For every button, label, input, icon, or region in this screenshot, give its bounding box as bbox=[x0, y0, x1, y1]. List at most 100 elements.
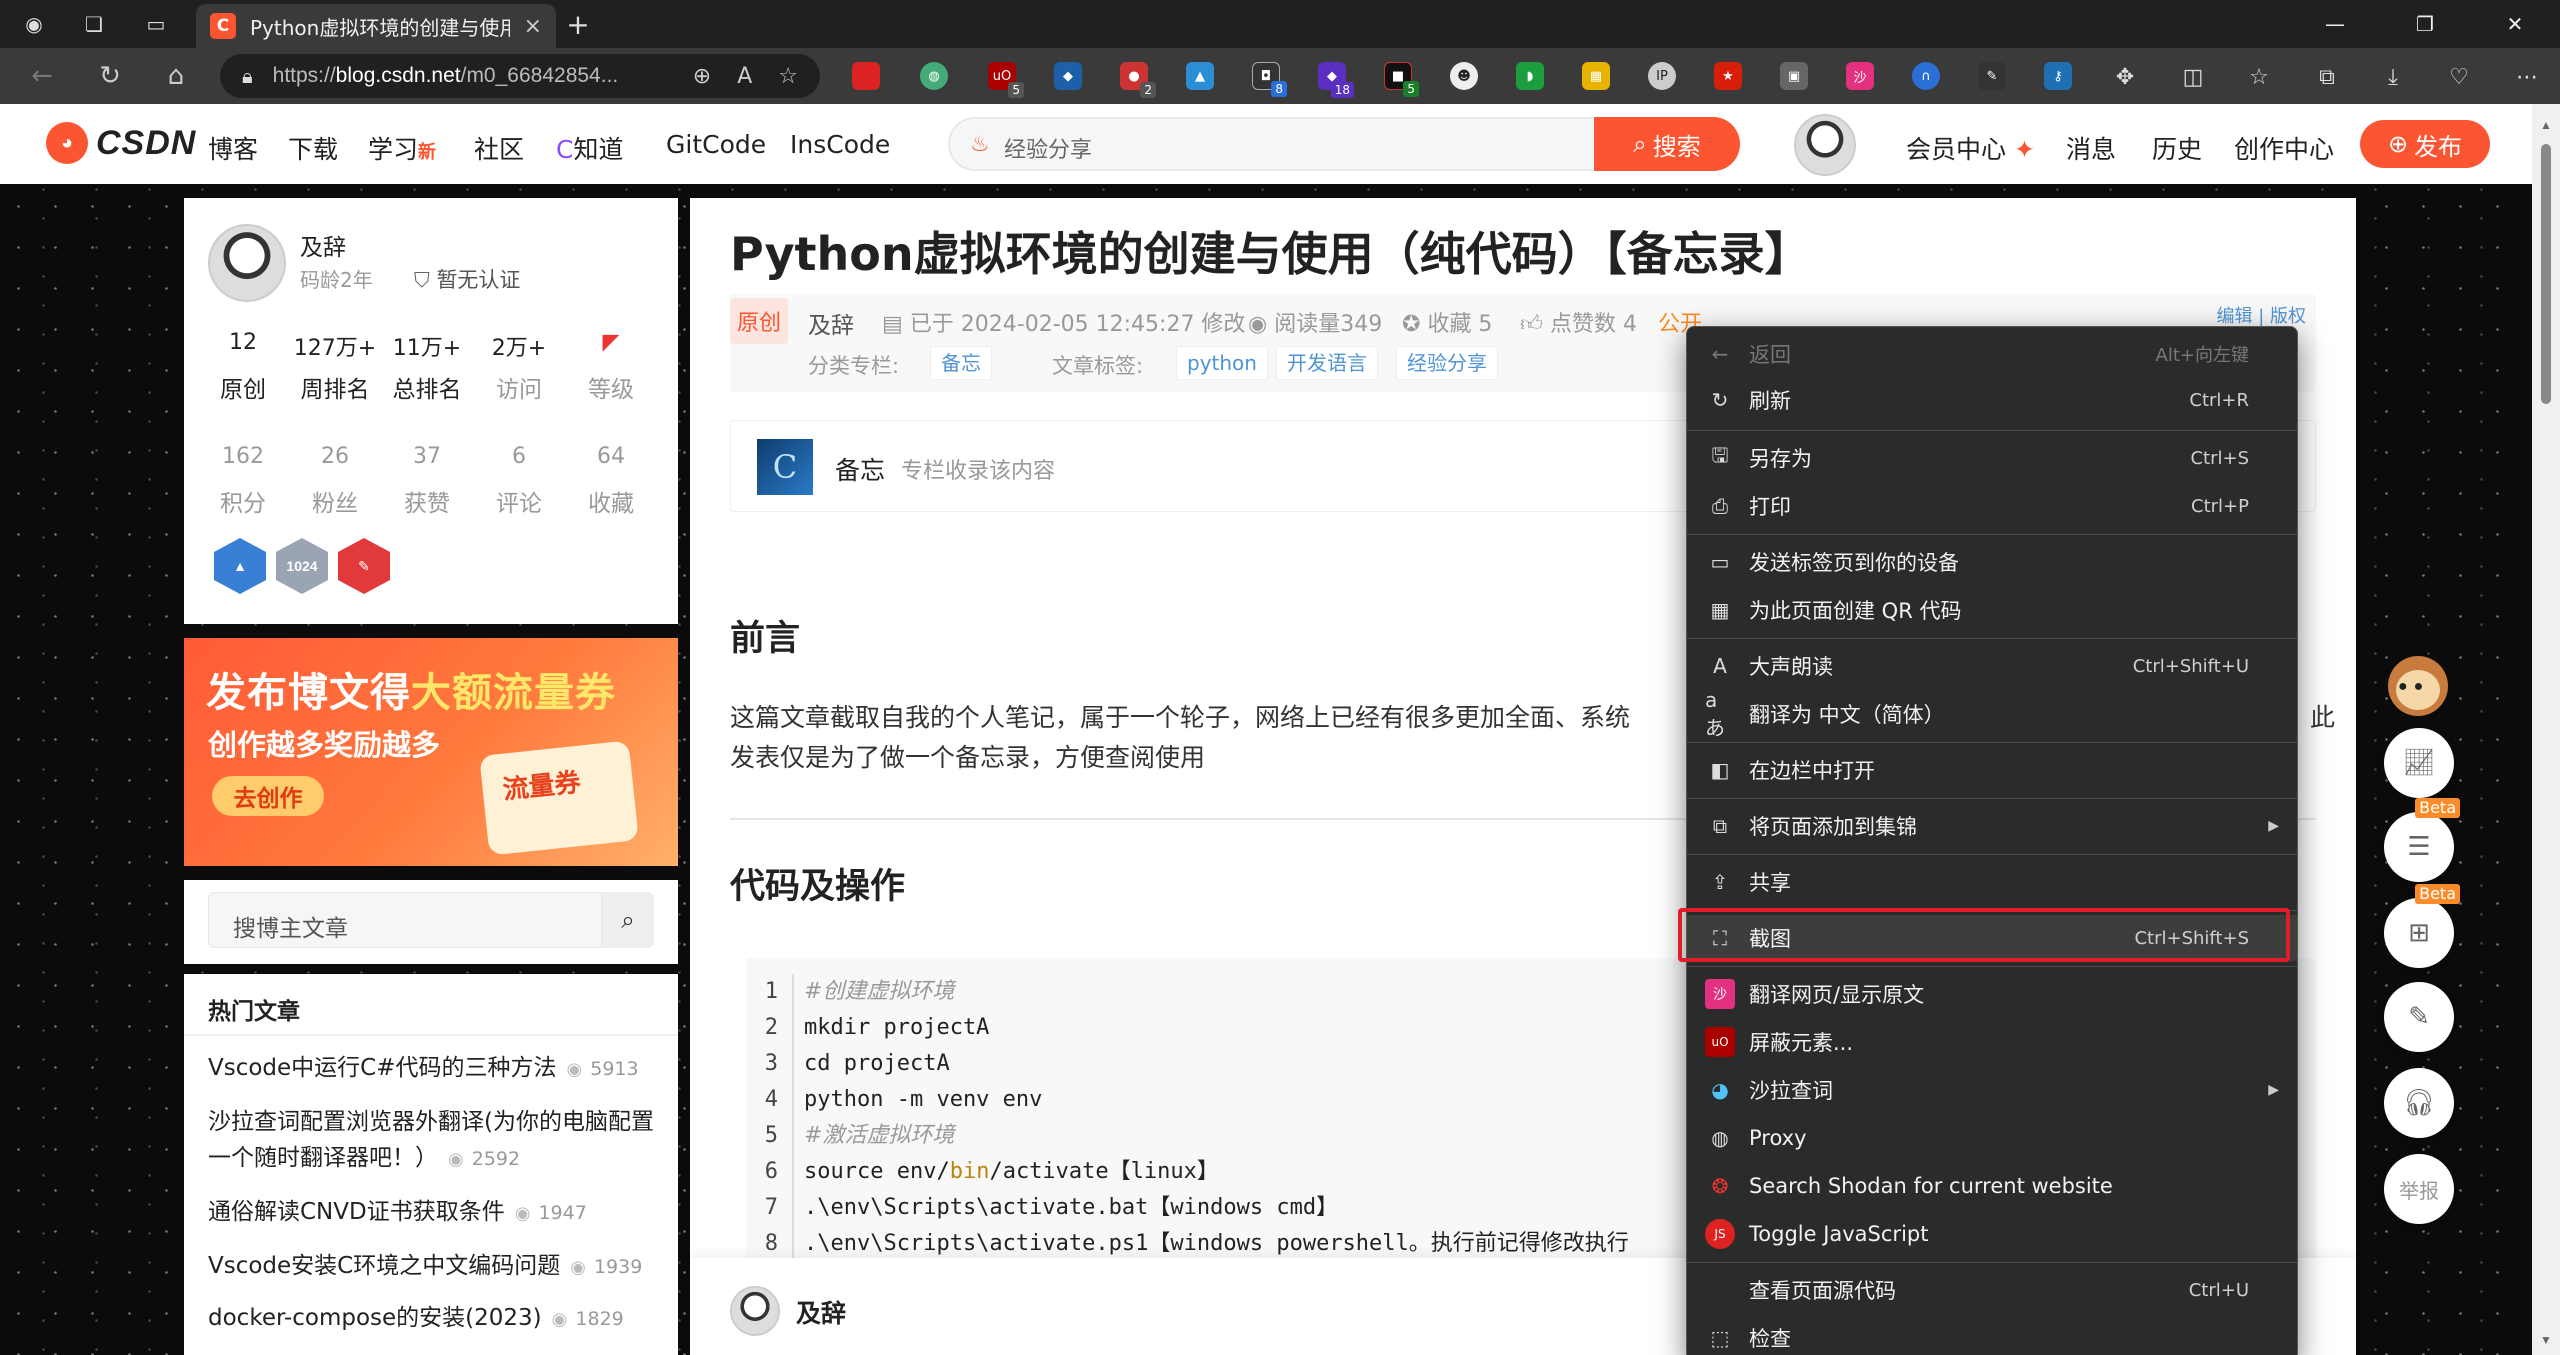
pen-badge-icon[interactable]: ✎ bbox=[338, 538, 390, 594]
menu-item-send-tab[interactable]: ▭ 发送标签页到你的设备 bbox=[1687, 539, 2297, 585]
scroll-up-icon[interactable]: ▲ bbox=[2540, 118, 2552, 132]
extension-ip-icon[interactable]: IP bbox=[1648, 62, 1676, 90]
stat-fans[interactable]: 26 粉丝 bbox=[290, 444, 380, 518]
extension-red-icon[interactable] bbox=[852, 62, 880, 90]
menu-item-shodan[interactable]: ❂ Search Shodan for current website bbox=[1687, 1163, 2297, 1209]
favorite-star-icon[interactable]: ☆ bbox=[778, 64, 798, 89]
home-icon[interactable]: ⌂ bbox=[156, 58, 196, 94]
extension-purple-icon[interactable]: ◆ 18 bbox=[1318, 62, 1354, 98]
nav-community[interactable]: 社区 bbox=[474, 130, 524, 166]
menu-item-back[interactable]: ← 返回 Alt+向左键 bbox=[1687, 331, 2297, 377]
page-scrollbar[interactable]: ▲ ▼ bbox=[2532, 104, 2560, 1355]
profile-avatar-icon[interactable]: ◉ bbox=[18, 8, 50, 40]
saladict-extension-icon[interactable]: 沙 bbox=[1846, 62, 1874, 90]
profile-avatar[interactable] bbox=[208, 224, 286, 302]
stat-week-rank[interactable]: 127万+ 周排名 bbox=[290, 330, 380, 404]
publish-button[interactable]: ⊕ 发布 bbox=[2360, 120, 2490, 168]
extension-key-icon[interactable]: ⚷ bbox=[2044, 62, 2072, 90]
nav-inscode[interactable]: InsCode bbox=[790, 130, 890, 159]
extension-headset-icon[interactable]: ∩ bbox=[1912, 62, 1940, 90]
stat-total-rank[interactable]: 11万+ 总排名 bbox=[382, 330, 472, 404]
collections-icon[interactable]: ⧉ bbox=[2312, 62, 2342, 92]
favorites-icon[interactable]: ☆ bbox=[2244, 62, 2274, 92]
nav-history[interactable]: 历史 bbox=[2152, 130, 2202, 166]
menu-item-toggle-js[interactable]: JS Toggle JavaScript bbox=[1687, 1211, 2297, 1257]
menu-item-view-source[interactable]: 查看页面源代码 Ctrl+U bbox=[1687, 1267, 2297, 1313]
article-tag[interactable]: python bbox=[1176, 346, 1268, 380]
menu-item-inspect[interactable]: ⬚ 检查 bbox=[1687, 1315, 2297, 1355]
window-close-button[interactable]: ✕ bbox=[2470, 0, 2560, 48]
browser-essentials-icon[interactable]: ♡ bbox=[2444, 62, 2474, 92]
hot-article-item[interactable]: docker-compose的安装(2023) ◉ 1829 bbox=[208, 1300, 658, 1338]
headset-icon[interactable]: 🎧︎ bbox=[2384, 1068, 2454, 1138]
scroll-down-icon[interactable]: ▼ bbox=[2540, 1333, 2552, 1347]
search-icon[interactable]: ⌕ bbox=[602, 892, 654, 948]
csdn-logo[interactable]: ◕ CSDN bbox=[46, 122, 196, 164]
menu-item-share[interactable]: ⇪ 共享 bbox=[1687, 859, 2297, 905]
extension-yellow-icon[interactable]: ▦ bbox=[1582, 62, 1610, 90]
article-tag[interactable]: 开发语言 bbox=[1276, 346, 1378, 380]
stat-original[interactable]: 12 原创 bbox=[198, 330, 288, 404]
hot-article-item[interactable]: Vscode安装C环境之中文编码问题 ◉ 1939 bbox=[208, 1248, 658, 1286]
article-author[interactable]: 及辞 bbox=[808, 306, 854, 340]
extension-flag-icon[interactable]: ★ bbox=[1714, 62, 1742, 90]
chart-tool-icon[interactable]: 📈︎ bbox=[2384, 728, 2454, 798]
menu-item-saladict[interactable]: ◕ 沙拉查词 ▶ bbox=[1687, 1067, 2297, 1113]
stat-level[interactable]: ◤ 等级 bbox=[566, 330, 656, 404]
read-aloud-icon[interactable]: A bbox=[737, 64, 752, 89]
user-avatar[interactable] bbox=[1794, 114, 1856, 176]
ublock-extension-icon[interactable]: uO 5 bbox=[988, 62, 1024, 98]
hot-article-item[interactable]: 沙拉查词配置浏览器外翻译(为你的电脑配置一个随时翻译器吧！） ◉ 2592 bbox=[208, 1104, 658, 1178]
menu-item-open-sidebar[interactable]: ◧ 在边栏中打开 bbox=[1687, 747, 2297, 793]
nav-vip-center[interactable]: 会员中心 ✦ bbox=[1906, 130, 2035, 166]
workspaces-icon[interactable]: ❏ bbox=[78, 8, 110, 40]
url-text[interactable]: https://blog.csdn.net/m0_66842854... bbox=[273, 64, 667, 88]
extension-dots-icon[interactable]: ● 2 bbox=[1120, 62, 1156, 98]
menu-item-save-as[interactable]: 🖫︎ 另存为 Ctrl+S bbox=[1687, 435, 2297, 481]
lock-icon[interactable]: 🔒︎ bbox=[242, 64, 253, 88]
nav-zhidao[interactable]: C知道 bbox=[556, 130, 623, 166]
menu-item-refresh[interactable]: ↻ 刷新 Ctrl+R bbox=[1687, 377, 2297, 423]
extension-green-icon[interactable]: ◗ bbox=[1516, 62, 1544, 90]
window-minimize-button[interactable]: — bbox=[2290, 0, 2380, 48]
edit-tool-icon[interactable]: ✎ bbox=[2384, 982, 2454, 1052]
promo-banner[interactable]: 发布博文得大额流量券 创作越多奖励越多 去创作 流量券 bbox=[184, 638, 678, 866]
menu-item-qr-code[interactable]: ▦ 为此页面创建 QR 代码 bbox=[1687, 587, 2297, 633]
hot-article-item[interactable]: 通俗解读CNVD证书获取条件 ◉ 1947 bbox=[208, 1194, 658, 1232]
site-search-button[interactable]: ⌕ 搜索 bbox=[1594, 117, 1740, 171]
downloads-icon[interactable]: ⤓ bbox=[2378, 62, 2408, 92]
tab-actions-icon[interactable]: ▭ bbox=[140, 8, 172, 40]
refresh-icon[interactable]: ↻ bbox=[90, 58, 130, 94]
bottom-author-name[interactable]: 及辞 bbox=[796, 1294, 846, 1330]
menu-item-translate[interactable]: aあ 翻译为 中文（简体） bbox=[1687, 688, 2297, 740]
mascot-icon[interactable]: ●● bbox=[2372, 652, 2464, 732]
nav-blog[interactable]: 博客 bbox=[208, 130, 258, 166]
back-icon[interactable]: ← bbox=[22, 58, 62, 94]
list-tool-icon[interactable]: ☰ Beta bbox=[2384, 798, 2460, 882]
edit-copyright-links[interactable]: 编辑 | 版权 bbox=[2216, 302, 2306, 328]
article-likes[interactable]: 👍︎ 点赞数 4 bbox=[1520, 306, 1637, 338]
menu-item-add-collection[interactable]: ⧉ 将页面添加到集锦 ▶ bbox=[1687, 803, 2297, 849]
extension-pen-icon[interactable]: ✎ bbox=[1978, 62, 2006, 90]
hot-article-item[interactable]: Vscode中运行C#代码的三种方法 ◉ 5913 bbox=[208, 1050, 658, 1088]
profile-name[interactable]: 及辞 bbox=[300, 228, 346, 262]
nav-learn[interactable]: 学习新 bbox=[368, 130, 436, 166]
new-tab-button[interactable]: + bbox=[562, 8, 594, 41]
extensions-puzzle-icon[interactable]: ✥ bbox=[2110, 62, 2140, 92]
hat-badge-icon[interactable]: ▲ bbox=[214, 538, 266, 594]
article-tag[interactable]: 经验分享 bbox=[1396, 346, 1498, 380]
menu-item-translate-page[interactable]: 沙翻译网页/显示原文 bbox=[1687, 971, 2297, 1017]
menu-item-print[interactable]: ⎙ 打印 Ctrl+P bbox=[1687, 483, 2297, 529]
extension-blue-icon[interactable]: ◆ bbox=[1054, 62, 1082, 90]
window-restore-button[interactable]: ❐ bbox=[2380, 0, 2470, 48]
badge-1024-icon[interactable]: 1024 bbox=[276, 538, 328, 594]
report-button[interactable]: 举报 bbox=[2384, 1154, 2454, 1224]
more-menu-icon[interactable]: ⋯ bbox=[2512, 62, 2542, 92]
menu-item-proxy[interactable]: ◍ Proxy bbox=[1687, 1115, 2297, 1161]
zoom-icon[interactable]: ⊕ bbox=[693, 64, 711, 89]
split-screen-icon[interactable]: ◫ bbox=[2178, 62, 2208, 92]
extension-dark-icon[interactable]: ■ 5 bbox=[1384, 62, 1419, 97]
active-tab[interactable]: C Python虚拟环境的创建与使用（纯代 × bbox=[196, 4, 556, 48]
nav-creation-center[interactable]: 创作中心 bbox=[2234, 130, 2334, 166]
extension-face-icon[interactable]: ☻ bbox=[1450, 62, 1478, 90]
